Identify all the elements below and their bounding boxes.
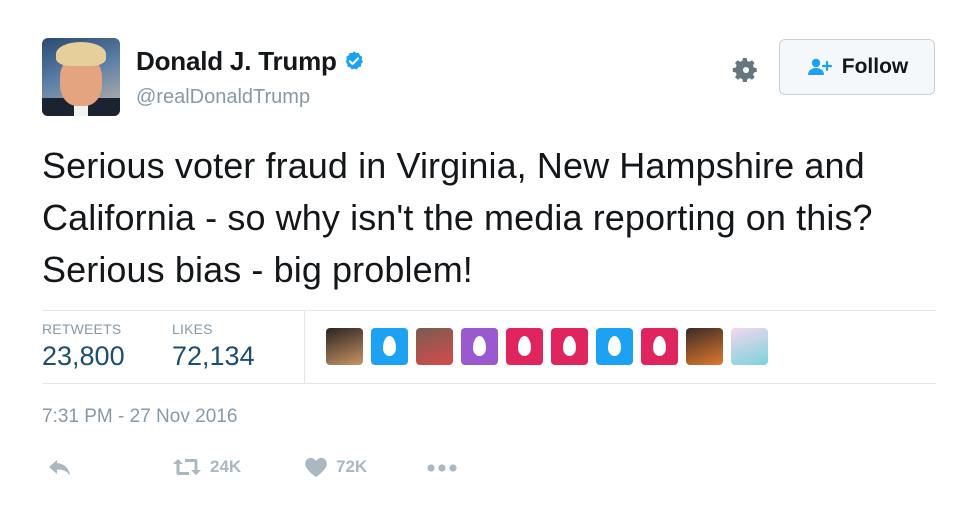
tweet-header: Donald J. Trump @realDonaldTrump Follow (42, 38, 938, 118)
follow-button[interactable]: Follow (779, 39, 935, 95)
reply-icon (49, 460, 70, 476)
more-icon (427, 464, 457, 472)
liker-avatars (326, 328, 768, 365)
follow-label: Follow (841, 55, 909, 78)
liker-avatar[interactable] (731, 328, 768, 365)
divider-bottom (42, 383, 936, 384)
verified-badge-icon (345, 51, 363, 70)
liker-avatar[interactable] (326, 328, 363, 365)
likes-count: 72,134 (172, 341, 255, 371)
egg-icon (608, 336, 621, 356)
retweet-button[interactable]: 24K (172, 456, 241, 478)
liker-avatar[interactable] (416, 328, 453, 365)
retweets-count: 23,800 (42, 341, 125, 371)
liker-avatar[interactable] (461, 328, 498, 365)
like-button[interactable]: 72K (304, 456, 367, 478)
avatar[interactable] (42, 38, 120, 116)
egg-icon (473, 336, 486, 356)
tweet-stats: RETWEETS 23,800 LIKES 72,134 (42, 311, 936, 383)
liker-avatar[interactable] (551, 328, 588, 365)
retweets-stat[interactable]: RETWEETS 23,800 (42, 321, 125, 372)
egg-icon (653, 336, 666, 356)
gear-icon[interactable] (732, 56, 760, 84)
egg-icon (563, 336, 576, 356)
liker-avatar[interactable] (371, 328, 408, 365)
liker-avatar[interactable] (641, 328, 678, 365)
liker-avatar[interactable] (596, 328, 633, 365)
retweet-icon (173, 459, 201, 475)
liker-avatar[interactable] (506, 328, 543, 365)
retweet-count: 24K (210, 457, 242, 476)
display-name[interactable]: Donald J. Trump (136, 46, 337, 77)
stats-separator (304, 311, 305, 383)
timestamp[interactable]: 7:31 PM - 27 Nov 2016 (42, 406, 237, 428)
tweet-text: Serious voter fraud in Virginia, New Ham… (42, 145, 873, 290)
likes-label: LIKES (172, 321, 213, 337)
egg-icon (518, 336, 531, 356)
user-handle[interactable]: @realDonaldTrump (136, 86, 310, 109)
heart-icon (305, 458, 327, 477)
likes-stat[interactable]: LIKES 72,134 (172, 321, 255, 372)
retweets-label: RETWEETS (42, 321, 122, 337)
like-count: 72K (336, 457, 368, 476)
name-row: Donald J. Trump (136, 46, 365, 76)
reply-button[interactable] (46, 456, 74, 480)
add-user-icon (807, 58, 832, 75)
more-button[interactable] (426, 462, 460, 474)
egg-icon (383, 336, 396, 356)
liker-avatar[interactable] (686, 328, 723, 365)
